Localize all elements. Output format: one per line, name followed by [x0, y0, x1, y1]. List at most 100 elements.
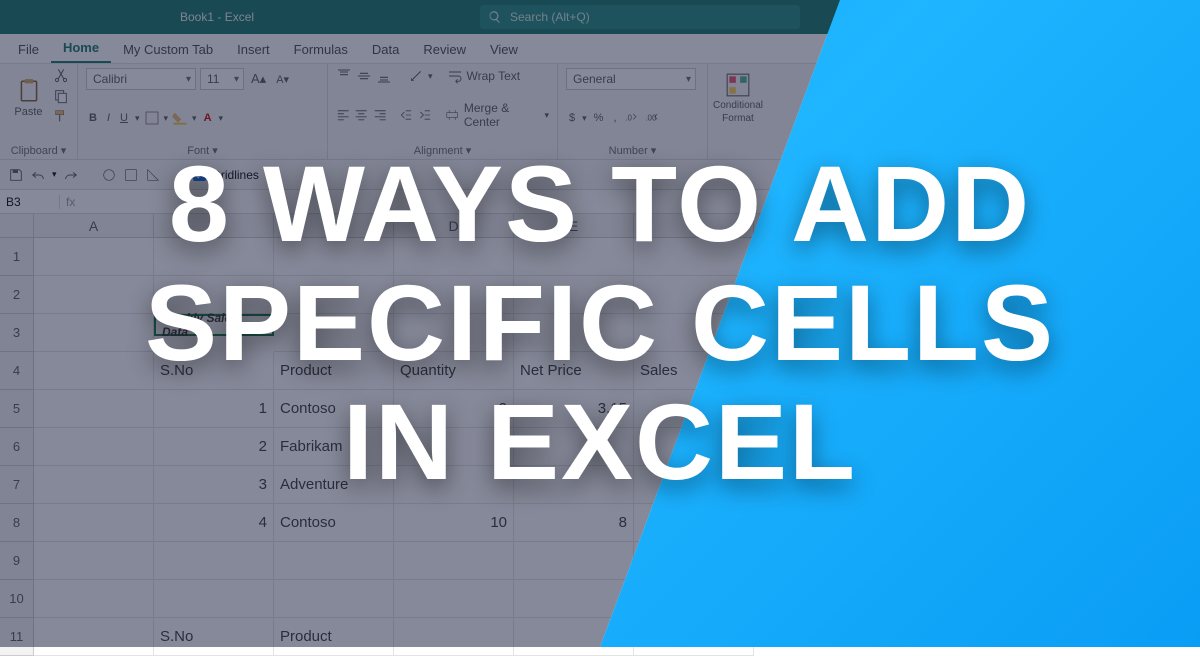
merge-label[interactable]: Merge & Center	[464, 101, 541, 129]
cell[interactable]	[514, 542, 634, 580]
align-left-icon[interactable]	[336, 107, 350, 123]
fill-color-icon[interactable]	[172, 110, 188, 126]
align-right-icon[interactable]	[373, 107, 387, 123]
cell[interactable]	[514, 276, 634, 314]
cell[interactable]	[514, 314, 634, 352]
tab-review[interactable]: Review	[411, 36, 478, 63]
dialog-launcher-icon[interactable]: ▾	[466, 144, 472, 157]
tab-data[interactable]: Data	[360, 36, 411, 63]
cell[interactable]: Quantity	[394, 352, 514, 390]
cell[interactable]	[634, 314, 754, 352]
row-header[interactable]: 5	[0, 390, 34, 428]
cell[interactable]: 10	[394, 504, 514, 542]
row-header[interactable]: 2	[0, 276, 34, 314]
row-header[interactable]: 10	[0, 580, 34, 618]
cell[interactable]	[274, 238, 394, 276]
cell[interactable]	[634, 580, 754, 618]
merge-icon[interactable]	[445, 107, 459, 123]
underline-button[interactable]: U	[117, 110, 131, 126]
cell[interactable]	[274, 580, 394, 618]
row-header[interactable]: 9	[0, 542, 34, 580]
col-header[interactable]: C	[274, 214, 394, 237]
cell[interactable]	[34, 428, 154, 466]
wrap-text-label[interactable]: Wrap Text	[467, 69, 521, 83]
tab-insert[interactable]: Insert	[225, 36, 282, 63]
qat-icon[interactable]	[145, 167, 161, 183]
cell[interactable]	[394, 542, 514, 580]
decrease-font-icon[interactable]: A▾	[273, 71, 292, 88]
name-box[interactable]: B3	[0, 195, 60, 209]
increase-indent-icon[interactable]	[418, 107, 432, 123]
cell[interactable]	[634, 428, 754, 466]
row-header[interactable]: 6	[0, 428, 34, 466]
increase-font-icon[interactable]: A▴	[248, 69, 269, 89]
cell[interactable]	[634, 390, 754, 428]
cell[interactable]	[34, 238, 154, 276]
redo-icon[interactable]	[63, 167, 79, 183]
cell[interactable]	[394, 314, 514, 352]
gridlines-checkbox[interactable]	[193, 168, 206, 181]
cell[interactable]	[514, 428, 634, 466]
cut-icon[interactable]	[53, 68, 69, 84]
cell[interactable]	[394, 580, 514, 618]
cell[interactable]: Product	[274, 618, 394, 656]
cell[interactable]	[34, 542, 154, 580]
cell[interactable]: S.No	[154, 352, 274, 390]
copy-icon[interactable]	[53, 88, 69, 104]
paste-button[interactable]: Paste	[8, 74, 49, 118]
row-header[interactable]: 1	[0, 238, 34, 276]
dialog-launcher-icon[interactable]: ▾	[651, 144, 657, 157]
align-center-icon[interactable]	[354, 107, 368, 123]
cell[interactable]	[514, 580, 634, 618]
align-bottom-icon[interactable]	[376, 68, 392, 84]
cell[interactable]: 3	[154, 466, 274, 504]
number-format-select[interactable]: General	[566, 68, 696, 90]
currency-icon[interactable]: $	[566, 110, 578, 126]
cell[interactable]: Product	[274, 352, 394, 390]
select-all-corner[interactable]	[0, 214, 34, 237]
cell[interactable]: 8	[514, 504, 634, 542]
cell[interactable]	[394, 618, 514, 656]
decrease-indent-icon[interactable]	[399, 107, 413, 123]
cell[interactable]: Contoso	[274, 504, 394, 542]
cell[interactable]	[634, 276, 754, 314]
cell[interactable]: S.No	[154, 618, 274, 656]
search-box[interactable]: Search (Alt+Q)	[480, 5, 800, 29]
border-icon[interactable]	[144, 110, 160, 126]
tab-formulas[interactable]: Formulas	[282, 36, 360, 63]
col-header[interactable]: F	[634, 214, 754, 237]
cell-selected[interactable]: Weekly Sales Data	[154, 314, 274, 336]
qat-icon[interactable]	[123, 167, 139, 183]
cell[interactable]	[394, 276, 514, 314]
wrap-text-icon[interactable]	[447, 68, 463, 84]
cell[interactable]	[394, 428, 514, 466]
row-header[interactable]: 4	[0, 352, 34, 390]
col-header[interactable]: E	[514, 214, 634, 237]
percent-icon[interactable]: %	[591, 110, 607, 126]
cell[interactable]	[394, 466, 514, 504]
align-middle-icon[interactable]	[356, 68, 372, 84]
cell[interactable]	[34, 390, 154, 428]
cell[interactable]	[634, 504, 754, 542]
cell[interactable]: Net Price	[514, 352, 634, 390]
tab-home[interactable]: Home	[51, 34, 111, 63]
bold-button[interactable]: B	[86, 110, 100, 126]
cell[interactable]: Contoso	[274, 390, 394, 428]
cell[interactable]	[34, 352, 154, 390]
dialog-launcher-icon[interactable]: ▾	[212, 144, 218, 157]
cell[interactable]	[514, 618, 634, 656]
align-top-icon[interactable]	[336, 68, 352, 84]
cell[interactable]	[154, 542, 274, 580]
cell[interactable]	[274, 542, 394, 580]
cell[interactable]	[634, 238, 754, 276]
fx-icon[interactable]: fx	[60, 195, 81, 209]
orientation-icon[interactable]	[408, 68, 424, 84]
cell[interactable]	[274, 314, 394, 352]
cell[interactable]	[154, 276, 274, 314]
cell[interactable]	[154, 580, 274, 618]
comma-icon[interactable]: ,	[610, 110, 619, 126]
font-name-select[interactable]: Calibri	[86, 68, 196, 90]
undo-icon[interactable]	[30, 167, 46, 183]
qat-icon[interactable]	[101, 167, 117, 183]
cell[interactable]	[34, 466, 154, 504]
